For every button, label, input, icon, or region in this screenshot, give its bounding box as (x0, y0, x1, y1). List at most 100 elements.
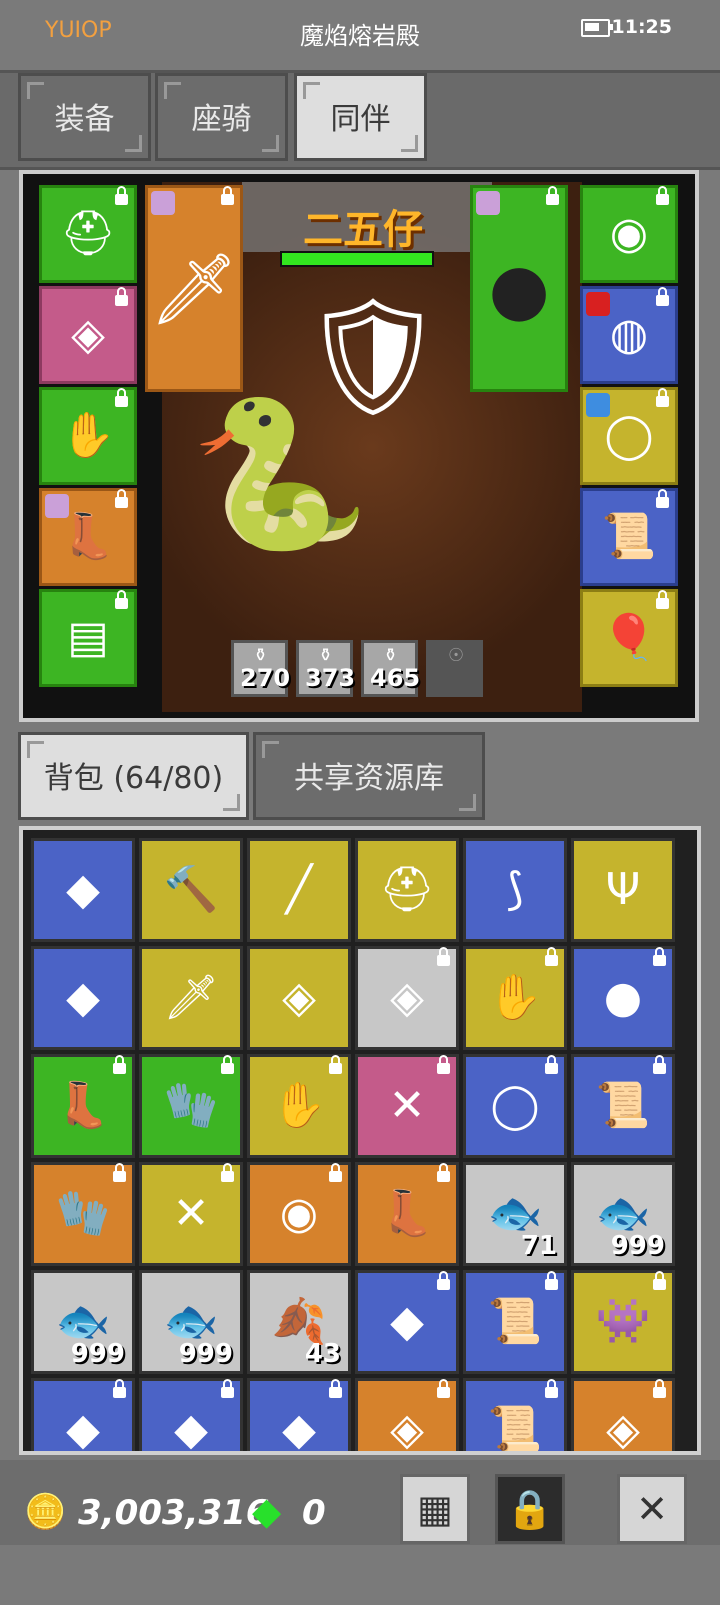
tab-mount[interactable]: 座骑 (155, 73, 288, 161)
empty-potion-icon: ☉ (448, 645, 465, 666)
inventory-slot[interactable]: ◈ (247, 946, 351, 1050)
inventory-slot[interactable]: ◈ (355, 946, 459, 1050)
gloves-icon: 🧤 (163, 1080, 219, 1131)
inventory-slot[interactable]: ✕ (355, 1054, 459, 1158)
inventory-slot[interactable]: ◆ (31, 946, 135, 1050)
inventory-slot[interactable]: 👾 (571, 1270, 675, 1374)
inventory-slot[interactable]: ◈ (571, 1378, 675, 1455)
inventory-slot[interactable]: 📜 (463, 1270, 567, 1374)
close-button[interactable]: ✕ (617, 1474, 687, 1544)
potion-slot-2[interactable]: ⚱ 373 (296, 640, 355, 697)
potion-slot-1[interactable]: ⚱ 270 (231, 640, 291, 697)
slot-gloves[interactable]: ✋ (39, 387, 137, 485)
lock-icon (545, 1379, 558, 1398)
slot-talisman[interactable]: 📜 (580, 488, 678, 586)
inventory-slot[interactable]: 👢 (355, 1162, 459, 1266)
slot-necklace[interactable]: ◉ (580, 185, 678, 283)
lock-icon (221, 1379, 234, 1398)
lock-icon (329, 1055, 342, 1074)
inventory-slot[interactable]: 🍂 43 (247, 1270, 351, 1374)
grid-icon: ▦ (417, 1487, 453, 1531)
tab-label: 共享资源库 (294, 761, 444, 796)
inventory-slot[interactable]: ◯ (463, 1054, 567, 1158)
inventory-slot[interactable]: ◆ (355, 1270, 459, 1374)
inventory-slot[interactable]: ✋ (463, 946, 567, 1050)
slot-armor[interactable]: ◈ (39, 286, 137, 384)
inventory-slot[interactable]: 🐟 999 (31, 1270, 135, 1374)
lock-icon (115, 388, 128, 407)
inventory-slot[interactable]: ◆ (31, 838, 135, 942)
slot-helmet[interactable]: ⛑ (39, 185, 137, 283)
lock-icon (115, 186, 128, 205)
snake-companion-icon: 🐍 (190, 390, 371, 559)
inventory-slot[interactable]: ◆ (31, 1378, 135, 1451)
item-count: 71 (520, 1231, 557, 1261)
lock-icon (656, 186, 669, 205)
inventory-slot[interactable]: ✋ (247, 1054, 351, 1158)
tab-label: 装备 (54, 102, 115, 137)
health-fill (282, 253, 432, 265)
lock-icon (329, 1163, 342, 1182)
inventory-slot[interactable]: 🐟 999 (139, 1270, 243, 1374)
armor-icon: ◈ (606, 1404, 640, 1455)
lock-icon (546, 186, 559, 205)
inventory-grid: ◆ 🔨 ╱ ⛑ ⟆ Ψ ◆ 🗡 ◈ ◈ ✋ ● 👢 🧤 ✋ ✕ ◯ 📜 🧤 ✕ ◉ 👢 🐟 71 🐟 999 🐟 999 🐟 999 🍂 43… (19, 826, 701, 1455)
slot-ring-1[interactable]: ◍ (580, 286, 678, 384)
tab-equipment[interactable]: 装备 (18, 73, 151, 161)
inventory-slot[interactable]: Ψ (571, 838, 675, 942)
lock-icon (221, 1163, 234, 1182)
inventory-slot[interactable]: ● (571, 946, 675, 1050)
ring-icon: ◯ (490, 1080, 540, 1131)
necklace-icon: ◉ (279, 1188, 319, 1239)
helmet-icon: ⛑ (379, 864, 435, 915)
fish-icon: 🐟 (163, 1296, 219, 1347)
lock-icon (437, 1379, 450, 1398)
potion-slot-3[interactable]: ⚱ 465 (361, 640, 421, 697)
lock-button[interactable]: 🔒 (495, 1474, 565, 1544)
companion-name: 二五仔 (303, 207, 423, 253)
inventory-slot[interactable]: 📜 (571, 1054, 675, 1158)
inventory-slot[interactable]: 🐟 71 (463, 1162, 567, 1266)
tab-bag[interactable]: 背包 (64/80) (18, 732, 249, 820)
gem-icon: ◆ (282, 1404, 316, 1455)
inventory-slot[interactable]: 🧤 (139, 1054, 243, 1158)
slot-weapon[interactable]: 🗡 (145, 185, 243, 392)
potion-slot-empty[interactable]: ☉ (426, 640, 483, 697)
slot-offhand[interactable]: ● (470, 185, 568, 392)
inventory-slot[interactable]: ⛑ (355, 838, 459, 942)
inventory-slot[interactable]: 🗡 (139, 946, 243, 1050)
gauntlet-icon: ✋ (271, 1080, 327, 1131)
item-count: 999 (610, 1231, 665, 1261)
item-count: 43 (304, 1339, 341, 1369)
inventory-slot[interactable]: ◉ (247, 1162, 351, 1266)
inventory-slot[interactable]: ╱ (247, 838, 351, 942)
gem-icon: ◆ (66, 972, 100, 1023)
tab-shared-storage[interactable]: 共享资源库 (253, 732, 485, 820)
lock-icon (115, 590, 128, 609)
slot-ring-2[interactable]: ◯ (580, 387, 678, 485)
potion-count: 270 (240, 664, 291, 692)
fish-icon: 🐟 (595, 1188, 651, 1239)
inventory-slot[interactable]: ⟆ (463, 838, 567, 942)
inventory-slot[interactable]: ◈ (355, 1378, 459, 1451)
inventory-slot[interactable]: 🔨 (139, 838, 243, 942)
inventory-slot[interactable]: ◆ (247, 1378, 351, 1455)
emerald-icon: ◆ (252, 1489, 282, 1533)
slot-cape[interactable]: 🎈 (580, 589, 678, 687)
boots-icon: 👢 (55, 1080, 111, 1131)
potion-count: 465 (370, 664, 421, 692)
grid-view-button[interactable]: ▦ (400, 1474, 470, 1544)
tab-companion[interactable]: 同伴 (294, 73, 427, 161)
tab-label: 同伴 (330, 102, 391, 137)
scroll-icon: 📜 (487, 1296, 543, 1347)
sword-icon: 🗡 (149, 247, 239, 330)
inventory-slot[interactable]: 📜 (463, 1378, 567, 1451)
inventory-slot[interactable]: 🧤 (31, 1162, 135, 1266)
inventory-slot[interactable]: 🐟 999 (571, 1162, 675, 1266)
slot-belt[interactable]: ▤ (39, 589, 137, 687)
inventory-slot[interactable]: ✕ (139, 1162, 243, 1266)
slot-boots[interactable]: 👢 (39, 488, 137, 586)
inventory-slot[interactable]: ◆ (139, 1378, 243, 1451)
inventory-slot[interactable]: 👢 (31, 1054, 135, 1158)
scroll-icon: 📜 (601, 511, 657, 562)
